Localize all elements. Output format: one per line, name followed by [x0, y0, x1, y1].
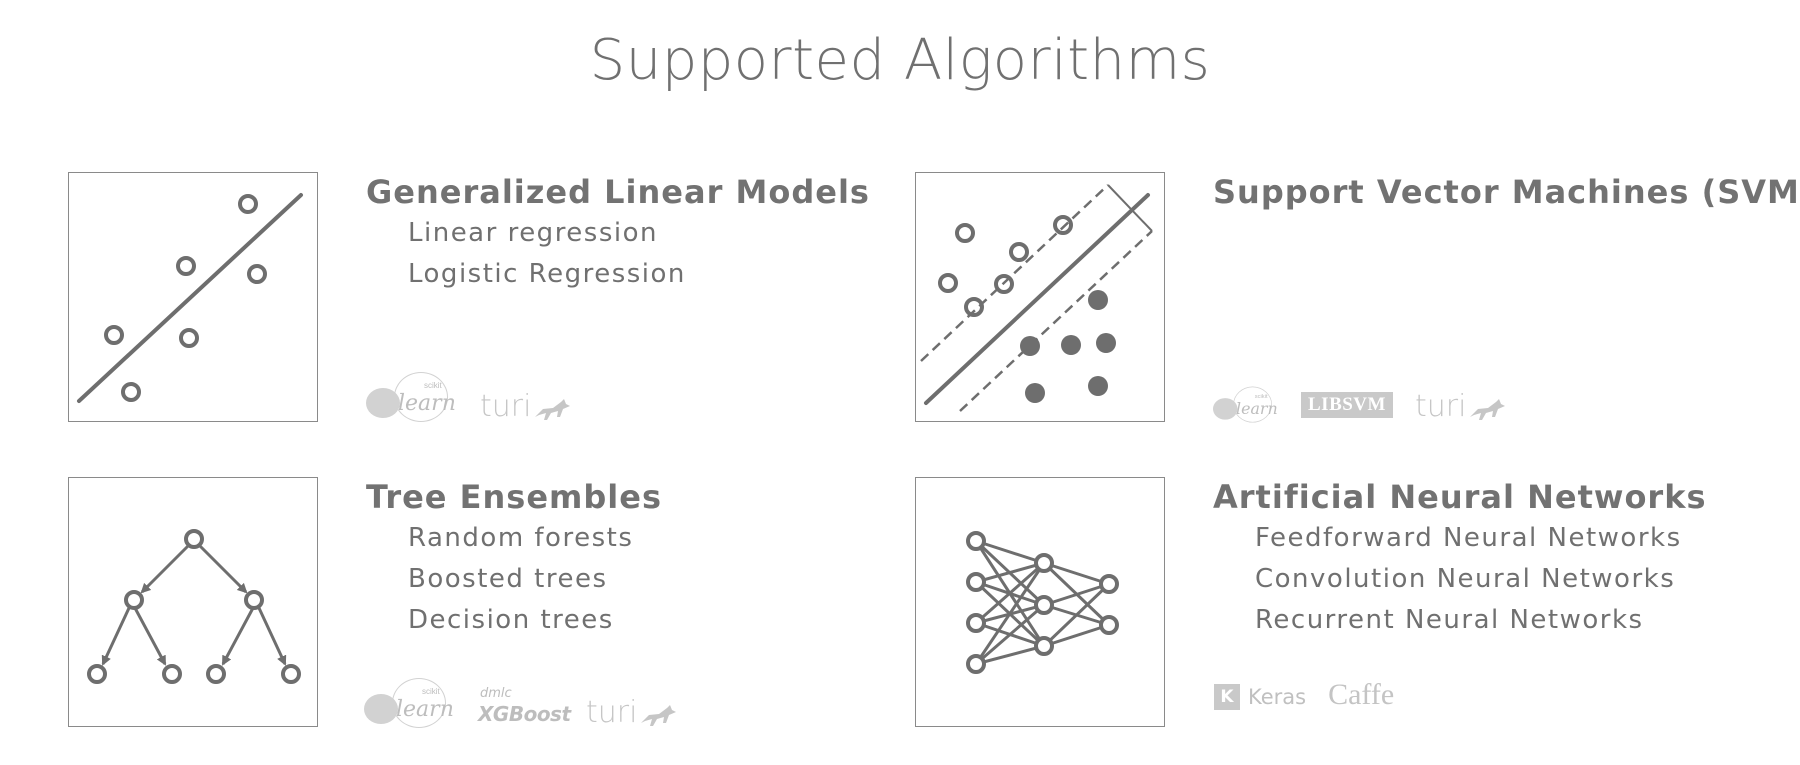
svm-icon: [915, 172, 1165, 422]
algorithm-item: Recurrent Neural Networks: [1255, 605, 1644, 635]
algorithm-item: Feedforward Neural Networks: [1255, 523, 1682, 553]
section-heading: Generalized Linear Models: [366, 173, 870, 211]
section-heading: Artificial Neural Networks: [1213, 478, 1707, 516]
scikit-learn-logo: scikit learn: [364, 678, 456, 730]
algorithm-item: Linear regression: [408, 218, 659, 248]
library-logos: scikit learn LIBSVM turi: [1213, 372, 1506, 424]
turi-logo: turi: [480, 389, 571, 424]
keras-k-icon: K: [1214, 684, 1240, 710]
turi-logo: turi: [586, 695, 677, 730]
xgboost-logo: dmlc XGBoost: [478, 686, 571, 726]
turi-logo: turi: [1415, 389, 1506, 424]
caffe-logo: Caffe: [1328, 678, 1395, 711]
algorithm-item: Convolution Neural Networks: [1255, 564, 1676, 594]
algorithm-item: Boosted trees: [408, 564, 608, 594]
turi-animal-icon: [535, 399, 571, 420]
turi-animal-icon: [641, 705, 677, 726]
section-heading: Support Vector Machines (SVM): [1213, 173, 1800, 211]
keras-logo: K Keras: [1214, 684, 1306, 710]
library-logos: scikit learn dmlc XGBoost turi: [364, 678, 677, 730]
decision-tree-icon: [68, 477, 318, 727]
libsvm-logo: LIBSVM: [1301, 392, 1393, 418]
algorithm-item: Random forests: [408, 523, 634, 553]
library-logos: scikit learn turi: [366, 372, 571, 424]
algorithm-item: Decision trees: [408, 605, 614, 635]
scikit-learn-logo: scikit learn: [1213, 386, 1278, 424]
page-title: Supported Algorithms: [589, 28, 1211, 93]
library-logos: K Keras Caffe: [1214, 678, 1394, 714]
linear-regression-icon: [68, 172, 318, 422]
neural-network-icon: [915, 477, 1165, 727]
scikit-learn-logo: scikit learn: [366, 372, 458, 424]
section-heading: Tree Ensembles: [366, 478, 662, 516]
algorithm-item: Logistic Regression: [408, 259, 686, 289]
turi-animal-icon: [1470, 399, 1506, 420]
